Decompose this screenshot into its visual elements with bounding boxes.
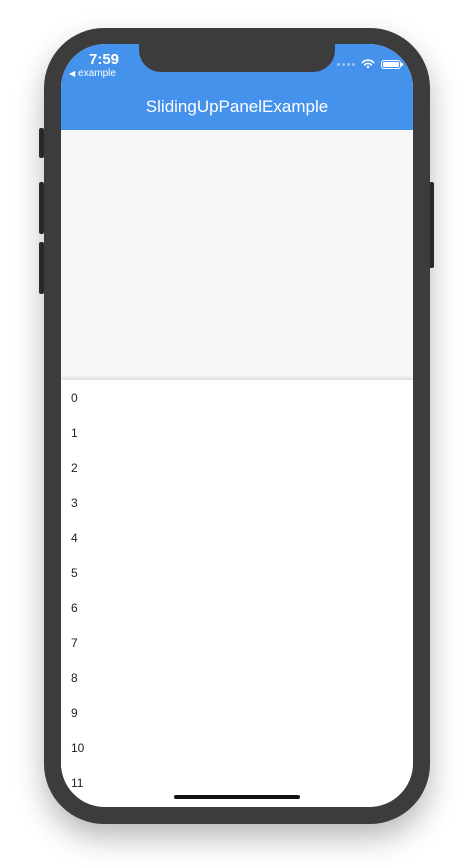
battery-icon [381, 59, 403, 69]
notch [139, 44, 335, 72]
list-item[interactable]: 10 [61, 731, 413, 766]
page-title: SlidingUpPanelExample [145, 97, 329, 116]
list-item[interactable]: 7 [61, 626, 413, 661]
device-scene: 7:59 ◀ example SlidingUpPanelExample 0 1… [0, 0, 474, 868]
app-bar: 7:59 ◀ example SlidingUpPanelExample [61, 44, 413, 130]
list-item[interactable]: 6 [61, 591, 413, 626]
phone-screen: 7:59 ◀ example SlidingUpPanelExample 0 1… [61, 44, 413, 807]
list-item[interactable]: 3 [61, 486, 413, 521]
cellular-signal-icon [337, 62, 355, 66]
wifi-icon [361, 59, 375, 69]
list-item[interactable]: 5 [61, 556, 413, 591]
body-content [61, 130, 413, 380]
sliding-up-panel[interactable]: 0 1 2 3 4 5 6 7 8 9 10 11 [61, 380, 413, 807]
panel-list[interactable]: 0 1 2 3 4 5 6 7 8 9 10 11 [61, 381, 413, 801]
home-indicator[interactable] [174, 795, 300, 799]
list-item[interactable]: 4 [61, 521, 413, 556]
back-app-label: example [78, 68, 116, 79]
list-item[interactable]: 9 [61, 696, 413, 731]
list-item[interactable]: 8 [61, 661, 413, 696]
list-item[interactable]: 1 [61, 416, 413, 451]
list-item[interactable]: 2 [61, 451, 413, 486]
status-time: 7:59 [89, 51, 120, 68]
list-item[interactable]: 0 [61, 381, 413, 416]
back-triangle-icon: ◀ [69, 69, 76, 78]
status-icons [337, 59, 403, 69]
back-to-app-link[interactable]: ◀ example [69, 68, 116, 79]
